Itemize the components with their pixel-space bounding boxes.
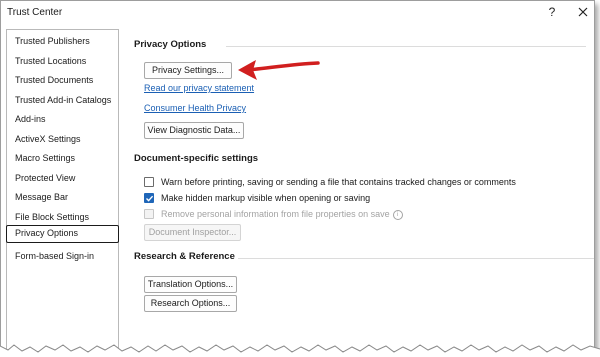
sidebar-item-trusted-addin-catalogs[interactable]: Trusted Add-in Catalogs [7, 91, 118, 109]
sidebar-item-add-ins[interactable]: Add-ins [7, 110, 118, 128]
torn-edge [0, 344, 600, 357]
privacy-statement-link[interactable]: Read our privacy statement [144, 83, 254, 93]
make-markup-visible-label: Make hidden markup visible when opening … [161, 193, 371, 203]
sidebar-item-trusted-publishers[interactable]: Trusted Publishers [7, 32, 118, 50]
annotation-arrow [238, 60, 320, 80]
remove-personal-info-label: Remove personal information from file pr… [161, 208, 403, 221]
document-specific-settings-heading: Document-specific settings [134, 153, 259, 164]
sidebar-item-protected-view[interactable]: Protected View [7, 169, 118, 187]
sidebar-nav: Trusted Publishers Trusted Locations Tru… [6, 29, 119, 351]
warn-tracked-changes-label: Warn before printing, saving or sending … [161, 177, 516, 187]
help-button[interactable]: ? [541, 3, 563, 21]
make-markup-visible-checkbox[interactable] [144, 193, 154, 203]
title-bar: Trust Center ? [1, 1, 594, 25]
info-icon: i [392, 210, 403, 220]
sidebar-item-macro-settings[interactable]: Macro Settings [7, 149, 118, 167]
trust-center-dialog: Trust Center ? Trusted Publishers Truste… [0, 0, 595, 352]
sidebar-item-file-block-settings[interactable]: File Block Settings [7, 208, 118, 226]
remove-personal-info-text: Remove personal information from file pr… [161, 209, 390, 219]
checkmark-icon [146, 195, 154, 202]
sidebar-item-form-based-sign-in[interactable]: Form-based Sign-in [7, 247, 118, 265]
privacy-options-panel: Privacy Options Privacy Settings... Read… [126, 31, 594, 351]
privacy-options-heading: Privacy Options [134, 39, 207, 50]
sidebar-item-privacy-options[interactable]: Privacy Options [6, 225, 119, 243]
remove-personal-info-checkbox [144, 209, 154, 219]
document-inspector-button: Document Inspector... [144, 224, 241, 241]
section-divider [226, 46, 586, 47]
window-title: Trust Center [7, 7, 63, 18]
sidebar-item-trusted-documents[interactable]: Trusted Documents [7, 71, 118, 89]
sidebar-item-trusted-locations[interactable]: Trusted Locations [7, 52, 118, 70]
sidebar-item-activex-settings[interactable]: ActiveX Settings [7, 130, 118, 148]
sidebar-item-message-bar[interactable]: Message Bar [7, 188, 118, 206]
warn-tracked-changes-checkbox[interactable] [144, 177, 154, 187]
view-diagnostic-data-button[interactable]: View Diagnostic Data... [144, 122, 244, 139]
section-divider [238, 258, 594, 259]
consumer-health-privacy-link[interactable]: Consumer Health Privacy [144, 103, 246, 113]
close-icon [578, 7, 588, 17]
privacy-settings-button[interactable]: Privacy Settings... [144, 62, 232, 79]
translation-options-button[interactable]: Translation Options... [144, 276, 237, 293]
close-button[interactable] [572, 3, 594, 21]
research-reference-heading: Research & Reference [134, 251, 235, 262]
research-options-button[interactable]: Research Options... [144, 295, 237, 312]
